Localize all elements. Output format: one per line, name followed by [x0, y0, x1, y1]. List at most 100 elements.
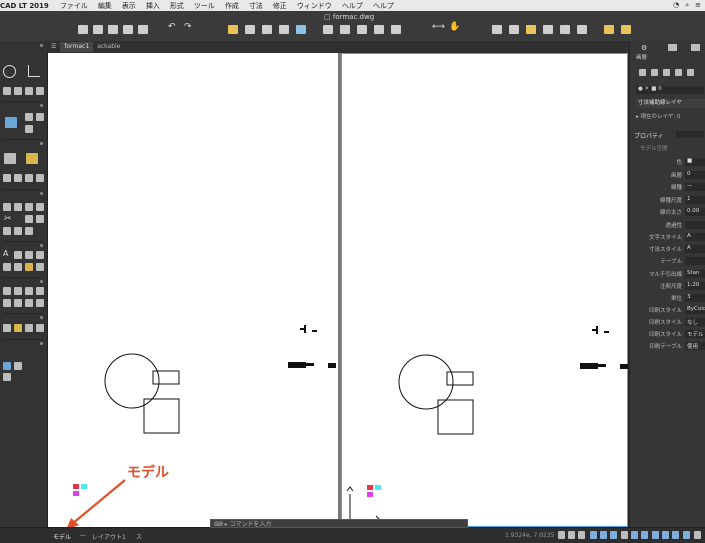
layer-name[interactable]: 寸法補助線レイヤ — [636, 99, 705, 108]
property-row[interactable]: 透過性 — [630, 221, 705, 231]
line-tool-icon[interactable] — [28, 65, 40, 77]
property-row[interactable]: 印刷テーブル 使用 — [630, 342, 705, 352]
rect-tool-icon[interactable] — [3, 87, 11, 95]
group-icon[interactable] — [36, 174, 44, 182]
insert-block-icon[interactable] — [4, 153, 16, 164]
menu-insert[interactable]: 挿入 — [141, 1, 165, 11]
measure-icon[interactable] — [3, 324, 11, 332]
redo-icon[interactable]: ↷ — [184, 22, 194, 32]
osnap-icon[interactable] — [600, 531, 607, 539]
layer-dropdown[interactable]: ● ☀ ■ 0 — [636, 86, 704, 94]
menu-window[interactable]: ウィンドウ — [292, 1, 337, 11]
property-value[interactable]: 1 — [685, 196, 705, 204]
lineweight-icon[interactable] — [621, 531, 628, 539]
panel-menu-icon[interactable] — [40, 280, 43, 283]
tab-model[interactable]: モデル — [53, 532, 71, 541]
new-file-icon[interactable] — [78, 25, 88, 34]
panel-menu-icon[interactable] — [40, 142, 43, 145]
text-style-icon[interactable] — [36, 263, 44, 271]
attribute-icon[interactable] — [3, 174, 11, 182]
viewport-right[interactable] — [341, 53, 628, 527]
zoom-prev-icon[interactable] — [374, 25, 384, 34]
property-row[interactable]: 単位 3 — [630, 294, 705, 304]
property-value[interactable]: 0 — [685, 171, 705, 179]
help-icon[interactable] — [604, 25, 614, 34]
design-center-icon[interactable] — [509, 25, 519, 34]
layer-tool-icon-4[interactable] — [675, 69, 682, 76]
tab-layout1[interactable]: レイアウト1 — [92, 532, 126, 541]
write-block-icon[interactable] — [25, 174, 33, 182]
table-tool-icon[interactable] — [14, 263, 22, 271]
property-value[interactable]: モデル — [685, 330, 705, 338]
fillet-tool-icon[interactable] — [3, 227, 11, 235]
save-icon[interactable] — [108, 25, 118, 34]
ordinate-dim-icon[interactable] — [25, 299, 33, 307]
offset-tool-icon[interactable] — [36, 215, 44, 223]
property-row[interactable]: 画層 0 — [630, 171, 705, 181]
panel-menu-icon[interactable] — [40, 316, 43, 319]
baseline-dim-icon[interactable] — [3, 299, 11, 307]
property-value[interactable]: ■ — [685, 158, 705, 166]
properties-filter-field[interactable] — [676, 131, 704, 138]
menu-edit[interactable]: 編集 — [93, 1, 117, 11]
extend-tool-icon[interactable] — [25, 215, 33, 223]
copy-clip-icon[interactable] — [245, 25, 255, 34]
otrack-icon[interactable] — [610, 531, 617, 539]
ellipse-tool-icon[interactable] — [36, 87, 44, 95]
edit-block-icon[interactable] — [26, 153, 38, 164]
menu-tools[interactable]: ツール — [189, 1, 220, 11]
property-row[interactable]: 印刷スタイルByColor — [630, 306, 705, 316]
tool-palette-icon[interactable] — [526, 25, 536, 34]
polygon-tool-icon[interactable] — [14, 87, 22, 95]
property-value[interactable]: A — [685, 233, 705, 241]
angular-dim-icon[interactable] — [25, 287, 33, 295]
block-icon[interactable] — [279, 25, 289, 34]
fullscreen-icon[interactable] — [683, 531, 690, 539]
menu-modify[interactable]: 修正 — [268, 1, 292, 11]
dim-edit-icon[interactable] — [36, 299, 44, 307]
hatch-tool-icon[interactable] — [5, 117, 17, 128]
layer-iso-icon[interactable] — [3, 373, 11, 381]
panel-blocks-icon[interactable] — [691, 44, 700, 51]
grid-icon[interactable] — [558, 531, 565, 539]
mirror-tool-icon[interactable] — [36, 203, 44, 211]
layer-tool-icon-3[interactable] — [663, 69, 670, 76]
layer-tool-icon-1[interactable] — [639, 69, 646, 76]
property-row[interactable]: 線の太さ 0.00 — [630, 208, 705, 218]
property-row[interactable]: 文字スタイル A — [630, 233, 705, 243]
polar-icon[interactable] — [590, 531, 597, 539]
copy-tool-icon[interactable] — [14, 203, 22, 211]
property-row[interactable]: 線種尺度 1 — [630, 196, 705, 206]
property-row[interactable]: 印刷スタイル モデル — [630, 330, 705, 340]
panel-settings-icon[interactable]: ⚙ — [641, 44, 647, 52]
property-value[interactable]: 1:20 — [685, 282, 705, 290]
customize-icon[interactable] — [694, 531, 701, 539]
mtext-tool-icon[interactable] — [14, 251, 22, 259]
continue-dim-icon[interactable] — [14, 299, 22, 307]
panel-menu-icon[interactable] — [40, 104, 43, 107]
wipeout-tool-icon[interactable] — [25, 125, 33, 133]
menu-file[interactable]: ファイル — [55, 1, 93, 11]
whats-new-icon[interactable] — [621, 25, 631, 34]
snap-icon[interactable] — [568, 531, 575, 539]
properties-icon[interactable] — [492, 25, 502, 34]
match-properties-icon[interactable] — [228, 25, 238, 34]
open-file-icon[interactable] — [93, 25, 103, 34]
workspace-icon[interactable] — [662, 531, 669, 539]
circle-tool-icon[interactable] — [3, 65, 16, 78]
layer-tool-icon-2[interactable] — [651, 69, 658, 76]
radius-dim-icon[interactable] — [36, 287, 44, 295]
property-row[interactable]: 色 ■ — [630, 158, 705, 168]
property-value[interactable] — [685, 221, 705, 229]
property-row[interactable]: 注釈尺度 1:20 — [630, 282, 705, 292]
explode-tool-icon[interactable] — [25, 227, 33, 235]
rotate-tool-icon[interactable] — [25, 203, 33, 211]
hand-icon[interactable]: ✋ — [449, 22, 460, 32]
property-row[interactable]: 印刷スタイル なし — [630, 318, 705, 328]
undo-icon[interactable]: ↶ — [168, 22, 178, 32]
property-value[interactable]: なし — [685, 318, 705, 326]
panel-layers-icon[interactable] — [668, 44, 677, 51]
paste-icon[interactable] — [262, 25, 272, 34]
layer-props-icon[interactable] — [3, 362, 11, 370]
panel-menu-icon[interactable] — [40, 44, 43, 47]
